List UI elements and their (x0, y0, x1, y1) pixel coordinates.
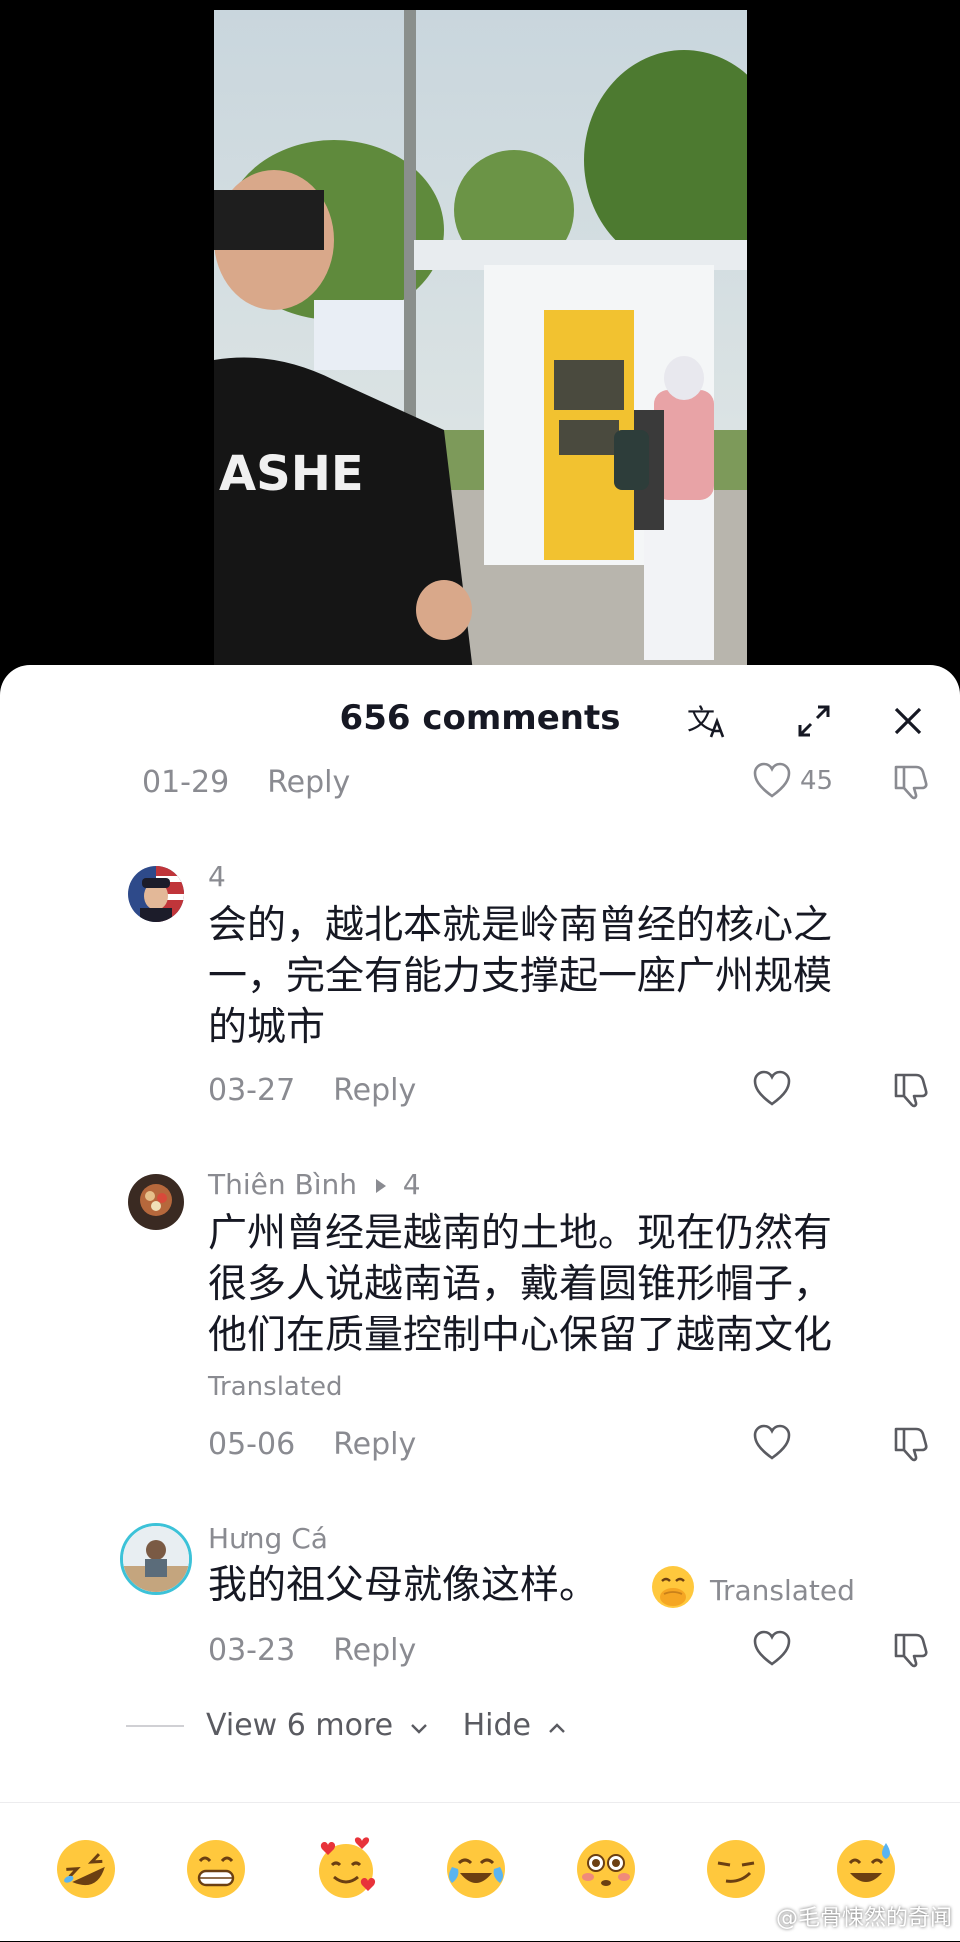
comment-meta-row: 03-27 Reply (208, 1073, 416, 1108)
avatar[interactable] (128, 866, 184, 922)
reply-button[interactable]: Reply (333, 1633, 416, 1668)
comment-text: 会的，越北本就是岭南曾经的核心之 一，完全有能力支撑起一座广州规模 的城市 (208, 900, 928, 1053)
comment-text-line: 很多人说越南语，戴着圆锥形帽子， (208, 1262, 833, 1307)
comment-text: 广州曾经是越南的土地。现在仍然有 很多人说越南语，戴着圆锥形帽子， 他们在质量控… (208, 1208, 928, 1361)
hide-label: Hide (462, 1708, 532, 1743)
dislike-icon[interactable] (890, 1629, 930, 1669)
comment-text-line: 他们在质量控制中心保留了越南文化 (208, 1313, 833, 1358)
comment-text-line: 会的，越北本就是岭南曾经的核心之 (208, 903, 833, 948)
sweat-smile-emoji[interactable] (834, 1837, 898, 1901)
comments-sheet: 656 comments 文 01-29 Reply 45 4 会的，越北本就是… (0, 665, 960, 1941)
hand-over-mouth-emoji (650, 1564, 696, 1610)
video-frame: ASHE (214, 10, 747, 680)
like-icon[interactable] (752, 1069, 792, 1109)
comment-meta-row: 03-23 Reply (208, 1633, 416, 1668)
like-icon[interactable] (752, 761, 792, 801)
like-icon[interactable] (752, 1629, 792, 1669)
reply-button[interactable]: Reply (333, 1073, 416, 1108)
translated-label[interactable]: Translated (710, 1574, 855, 1607)
avatar[interactable] (128, 1174, 184, 1230)
reply-button[interactable]: Reply (267, 765, 350, 800)
svg-text:ASHE: ASHE (219, 446, 364, 502)
comment-date: 03-27 (208, 1073, 296, 1108)
tears-of-joy-emoji[interactable] (444, 1837, 508, 1901)
chevron-up-icon (548, 1723, 565, 1733)
sheet-header: 656 comments 文 (0, 665, 960, 775)
reply-button[interactable]: Reply (333, 1427, 416, 1462)
reply-to-username[interactable]: 4 (403, 1168, 421, 1201)
divider (126, 1724, 184, 1727)
comment-username: Thiên Bình 4 (208, 1168, 421, 1201)
comment-date: 01-29 (142, 765, 230, 800)
comment-username[interactable]: Hưng Cá (208, 1522, 328, 1555)
like-icon[interactable] (752, 1423, 792, 1463)
comment-meta-row: 01-29 Reply (142, 765, 350, 800)
expand-icon[interactable] (792, 699, 836, 743)
dislike-icon[interactable] (890, 1423, 930, 1463)
comment-username[interactable]: 4 (208, 860, 226, 893)
like-count: 45 (800, 766, 834, 796)
smirk-emoji[interactable] (704, 1837, 768, 1901)
translate-icon[interactable]: 文 (685, 699, 729, 743)
chevron-down-icon (410, 1724, 427, 1734)
smiling-hearts-emoji[interactable] (314, 1837, 378, 1901)
comment-date: 05-06 (208, 1427, 296, 1462)
comment-text-line: 广州曾经是越南的土地。现在仍然有 (208, 1211, 833, 1256)
comment-date: 03-23 (208, 1633, 296, 1668)
svg-text:文: 文 (687, 703, 715, 736)
flushed-emoji[interactable] (574, 1837, 638, 1901)
replies-expander: View 6 more Hide (126, 1708, 567, 1743)
view-more-label: View 6 more (206, 1708, 394, 1743)
avatar[interactable] (120, 1523, 192, 1595)
video-player[interactable]: ASHE (0, 0, 960, 700)
watermark: @毛骨悚然的奇闻 (775, 1906, 952, 1931)
grinning-emoji[interactable] (184, 1837, 248, 1901)
reply-arrow-icon (375, 1179, 386, 1193)
comment-meta-row: 05-06 Reply (208, 1427, 416, 1462)
comment-text-line: 的城市 (208, 1005, 326, 1050)
comment-text: 我的祖父母就像这样。 (208, 1563, 599, 1608)
dislike-icon[interactable] (890, 1069, 930, 1109)
dislike-icon[interactable] (890, 761, 930, 801)
hide-button[interactable]: Hide (463, 1708, 567, 1743)
close-icon[interactable] (886, 699, 930, 743)
comment-text-line: 一，完全有能力支撑起一座广州规模 (208, 954, 833, 999)
view-more-button[interactable]: View 6 more (206, 1708, 429, 1743)
emoji-quick-bar: @毛骨悚然的奇闻 (0, 1802, 960, 1942)
rolling-laughing-emoji[interactable] (54, 1837, 118, 1901)
translated-label[interactable]: Translated (208, 1372, 343, 1402)
comment-username-name[interactable]: Thiên Bình (208, 1168, 357, 1201)
video-still: ASHE (214, 10, 747, 680)
